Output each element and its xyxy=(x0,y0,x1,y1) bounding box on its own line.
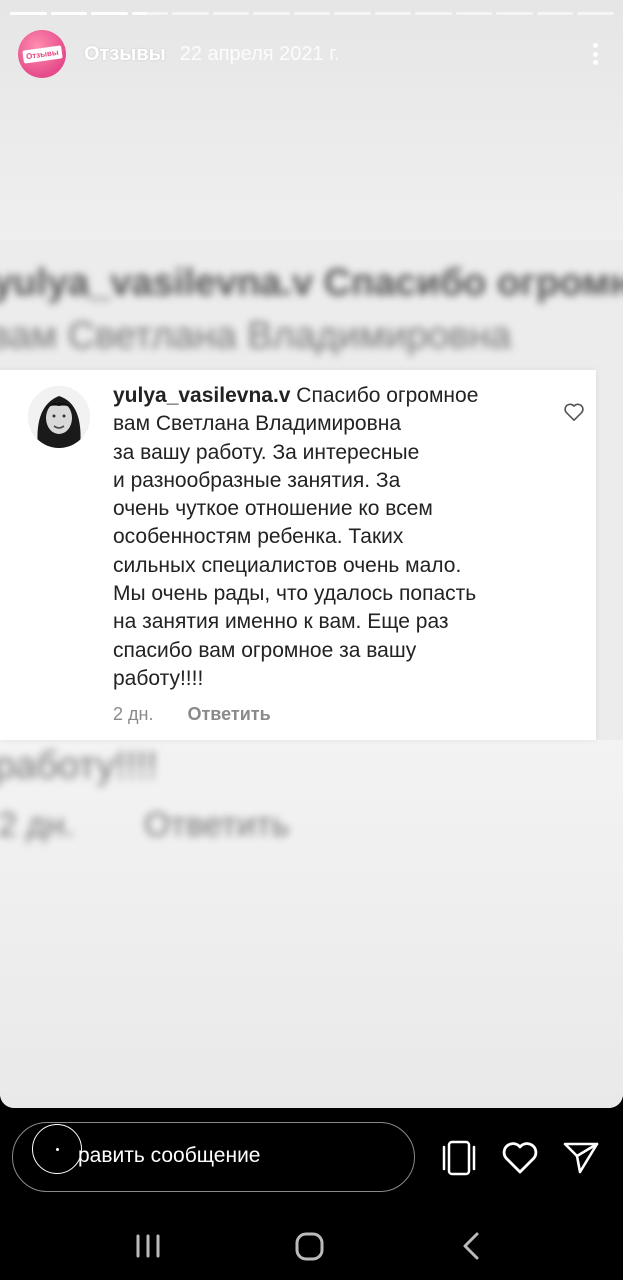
comment-meta: 2 дн. Ответить xyxy=(113,704,271,725)
avatar-badge-label: Отзывы xyxy=(21,44,63,64)
reply-button[interactable]: Ответить xyxy=(187,704,270,725)
progress-segment xyxy=(374,12,412,15)
blurred-text-line: вам Светлана Владимировна xyxy=(0,315,512,357)
progress-segment xyxy=(536,12,574,15)
progress-segment xyxy=(455,12,493,15)
camera-circle-button[interactable] xyxy=(32,1124,82,1174)
blurred-text-line: 2 дн. Ответить xyxy=(0,806,290,844)
progress-segment xyxy=(212,12,250,15)
comment-text: yulya_vasilevna.v Спасибо огромное вам С… xyxy=(113,382,553,693)
heart-icon[interactable] xyxy=(500,1138,540,1178)
story-avatar[interactable]: Отзывы xyxy=(18,30,66,78)
progress-segment xyxy=(10,12,47,15)
story-header: Отзывы Отзывы 22 апреля 2021 г. xyxy=(18,30,605,78)
progress-segment xyxy=(334,12,371,15)
comment-card: yulya_vasilevna.v Спасибо огромное вам С… xyxy=(0,370,596,740)
commenter-photo xyxy=(28,386,90,448)
progress-segment xyxy=(496,12,533,15)
devices-icon[interactable] xyxy=(440,1138,480,1178)
progress-segment xyxy=(91,12,128,15)
story-progress-bar xyxy=(10,12,614,15)
more-vertical-icon[interactable] xyxy=(585,39,605,69)
story-viewer[interactable]: yulya_vasilevna.v Спасибо огромное вам С… xyxy=(0,0,623,1108)
account-name[interactable]: Отзывы xyxy=(84,43,166,66)
story-date: 22 апреля 2021 г. xyxy=(179,42,340,65)
send-icon[interactable] xyxy=(561,1138,601,1178)
comment-time: 2 дн. xyxy=(113,704,154,724)
back-icon[interactable] xyxy=(455,1228,491,1264)
progress-segment xyxy=(577,12,614,15)
commenter-avatar[interactable] xyxy=(28,386,90,448)
progress-segment xyxy=(415,12,452,15)
progress-segment xyxy=(293,12,331,15)
progress-segment xyxy=(253,12,290,15)
progress-segment xyxy=(50,12,88,15)
progress-segment xyxy=(172,12,209,15)
comment-body: Спасибо огромное вам Светлана Владимиров… xyxy=(113,384,479,690)
comment-username[interactable]: yulya_vasilevna.v xyxy=(113,384,290,407)
recents-icon[interactable] xyxy=(130,1228,166,1264)
progress-segment xyxy=(131,12,169,15)
blurred-text-line: работу!!!! xyxy=(0,745,158,787)
system-navigation-bar xyxy=(0,1210,623,1280)
message-placeholder: равить сообщение xyxy=(78,1144,261,1167)
comment-like-icon[interactable] xyxy=(563,402,585,427)
home-icon[interactable] xyxy=(292,1228,328,1264)
story-background-bottom xyxy=(0,740,623,1108)
blurred-text-line: yulya_vasilevna.v Спасибо огромное xyxy=(0,262,623,304)
